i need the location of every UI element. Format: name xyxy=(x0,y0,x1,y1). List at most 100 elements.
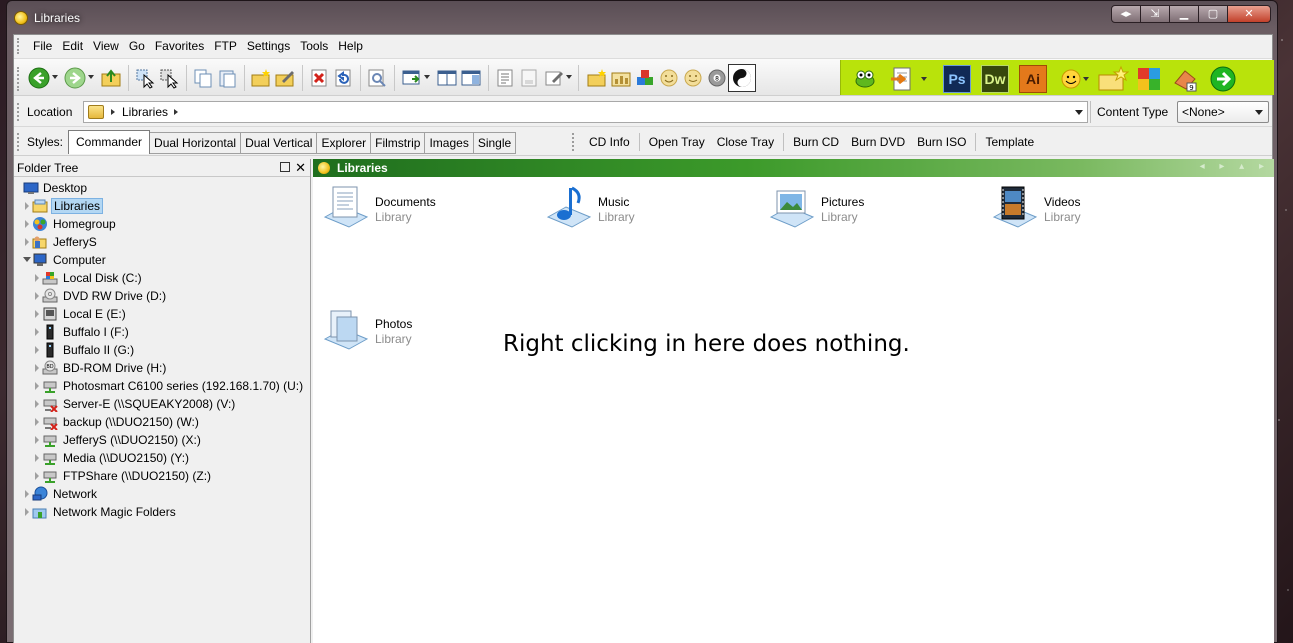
expand-icon[interactable] xyxy=(35,292,39,300)
location-dropdown-icon[interactable] xyxy=(1075,110,1083,115)
smiley-launcher-icon[interactable] xyxy=(1057,65,1085,93)
copy-icon[interactable] xyxy=(192,67,214,89)
breadcrumb-arrow-icon[interactable] xyxy=(111,109,115,115)
title-bar[interactable]: Libraries ◂▸ ⇲ ▁ ▢ ✕ xyxy=(7,1,1277,33)
menu-help[interactable]: Help xyxy=(333,36,368,56)
style-tab-images[interactable]: Images xyxy=(425,132,474,154)
tree-item-network-magic[interactable]: Network Magic Folders xyxy=(14,503,310,521)
tree-item-libraries[interactable]: Libraries xyxy=(14,197,310,215)
style-tab-dual-vertical[interactable]: Dual Vertical xyxy=(241,132,318,154)
expand-icon[interactable] xyxy=(35,310,39,318)
chart-folder-icon[interactable] xyxy=(610,67,632,89)
menu-go[interactable]: Go xyxy=(124,36,150,56)
close-pane-icon[interactable]: ✕ xyxy=(295,160,306,176)
smiley-dropdown-icon[interactable] xyxy=(1083,77,1089,81)
burn-iso-button[interactable]: Burn ISO xyxy=(911,135,972,149)
tree-item-media-y[interactable]: Media (\\DUO2150) (Y:) xyxy=(14,449,310,467)
expand-icon[interactable] xyxy=(25,202,29,210)
menu-view[interactable]: View xyxy=(88,36,124,56)
pane-nav-arrows-icon[interactable]: ◂ ▸ ▴ ▸ xyxy=(1200,161,1270,172)
library-documents[interactable]: Documents Library xyxy=(321,185,541,237)
expand-icon[interactable] xyxy=(35,328,39,336)
tree-item-local-disk-c[interactable]: Local Disk (C:) xyxy=(14,269,310,287)
expand-icon[interactable] xyxy=(35,400,39,408)
menu-file[interactable]: File xyxy=(28,36,57,56)
tree-item-local-e[interactable]: Local E (E:) xyxy=(14,305,310,323)
select-filter-icon[interactable] xyxy=(158,67,180,89)
new-star-folder-icon[interactable] xyxy=(586,67,608,89)
pin-icon[interactable] xyxy=(280,162,290,172)
new-folder-icon[interactable] xyxy=(250,67,272,89)
expand-icon[interactable] xyxy=(25,220,29,228)
forward-arrow-icon[interactable] xyxy=(64,67,86,89)
go-arrow-icon[interactable] xyxy=(1209,65,1237,93)
expand-icon[interactable] xyxy=(25,490,29,498)
expand-icon[interactable] xyxy=(35,364,39,372)
blocks-icon[interactable] xyxy=(634,67,656,89)
eraser-icon[interactable]: 9 xyxy=(1171,65,1199,93)
toolbar-grip[interactable] xyxy=(17,67,20,91)
menu-tools[interactable]: Tools xyxy=(295,36,333,56)
expand-icon[interactable] xyxy=(35,418,39,426)
open-tray-button[interactable]: Open Tray xyxy=(643,135,711,149)
tree-item-buffalo-i[interactable]: Buffalo I (F:) xyxy=(14,323,310,341)
file-list-pane[interactable]: Libraries ◂ ▸ ▴ ▸ Documents Library Musi… xyxy=(313,159,1274,643)
restore-out-button[interactable]: ⇲ xyxy=(1140,5,1170,23)
tree-item-server-e-v[interactable]: Server-E (\\SQUEAKY2008) (V:) xyxy=(14,395,310,413)
tree-item-homegroup[interactable]: Homegroup xyxy=(14,215,310,233)
tree-item-photosmart-u[interactable]: Photosmart C6100 series (192.168.1.70) (… xyxy=(14,377,310,395)
photoshop-launcher[interactable]: Ps xyxy=(943,65,971,93)
menubar-grip[interactable] xyxy=(17,38,20,54)
cd-info-button[interactable]: CD Info xyxy=(583,135,636,149)
tree-item-jefferys[interactable]: JefferyS xyxy=(14,233,310,251)
expand-icon[interactable] xyxy=(35,274,39,282)
expand-icon[interactable] xyxy=(35,346,39,354)
collapse-icon[interactable] xyxy=(23,257,31,262)
find-files-icon[interactable] xyxy=(366,67,388,89)
expand-icon[interactable] xyxy=(35,472,39,480)
menu-favorites[interactable]: Favorites xyxy=(150,36,209,56)
paste-icon[interactable] xyxy=(216,67,238,89)
style-tab-dual-horizontal[interactable]: Dual Horizontal xyxy=(150,132,242,154)
smiley-alt-icon[interactable] xyxy=(682,67,704,89)
expand-icon[interactable] xyxy=(25,508,29,516)
expand-icon[interactable] xyxy=(35,382,39,390)
tree-item-computer[interactable]: Computer xyxy=(14,251,310,269)
blank-document-icon[interactable] xyxy=(518,67,540,89)
burn-dvd-button[interactable]: Burn DVD xyxy=(845,135,911,149)
expand-icon[interactable] xyxy=(35,436,39,444)
preview-pane-icon[interactable] xyxy=(460,67,482,89)
view-mode-icon[interactable] xyxy=(400,67,422,89)
new-folder-star-icon[interactable] xyxy=(1097,65,1129,93)
tree-item-desktop[interactable]: Desktop xyxy=(14,179,310,197)
expand-icon[interactable] xyxy=(35,454,39,462)
tree-item-dvd-d[interactable]: DVD RW Drive (D:) xyxy=(14,287,310,305)
maximize-button[interactable]: ▢ xyxy=(1198,5,1228,23)
content-type-select[interactable]: <None> xyxy=(1177,101,1269,123)
document-dropdown-icon[interactable] xyxy=(921,77,927,81)
edit-document-icon[interactable] xyxy=(542,67,564,89)
stylesbar-grip[interactable] xyxy=(17,133,20,151)
library-pictures[interactable]: Pictures Library xyxy=(767,185,987,237)
tree-item-backup-w[interactable]: backup (\\DUO2150) (W:) xyxy=(14,413,310,431)
breadcrumb-next-arrow-icon[interactable] xyxy=(174,109,178,115)
forward-dropdown-icon[interactable] xyxy=(88,75,94,79)
breadcrumb-libraries[interactable]: Libraries xyxy=(122,105,168,119)
resize-toggle-button[interactable]: ◂▸ xyxy=(1111,5,1141,23)
library-music[interactable]: Music Library xyxy=(544,185,764,237)
properties-icon[interactable] xyxy=(494,67,516,89)
dual-pane-icon[interactable] xyxy=(436,67,458,89)
style-tab-explorer[interactable]: Explorer xyxy=(317,132,372,154)
menu-settings[interactable]: Settings xyxy=(242,36,295,56)
tree-item-buffalo-ii[interactable]: Buffalo II (G:) xyxy=(14,341,310,359)
locationbar-grip[interactable] xyxy=(17,103,20,121)
close-tray-button[interactable]: Close Tray xyxy=(711,135,780,149)
burn-cd-button[interactable]: Burn CD xyxy=(787,135,845,149)
undo-icon[interactable] xyxy=(332,67,354,89)
view-mode-dropdown-icon[interactable] xyxy=(424,75,430,79)
close-button[interactable]: ✕ xyxy=(1227,5,1271,23)
burntoolbar-grip[interactable] xyxy=(572,133,575,151)
document-arrow-icon[interactable] xyxy=(889,65,917,93)
back-dropdown-icon[interactable] xyxy=(52,75,58,79)
eight-ball-icon[interactable]: 8 xyxy=(706,67,728,89)
